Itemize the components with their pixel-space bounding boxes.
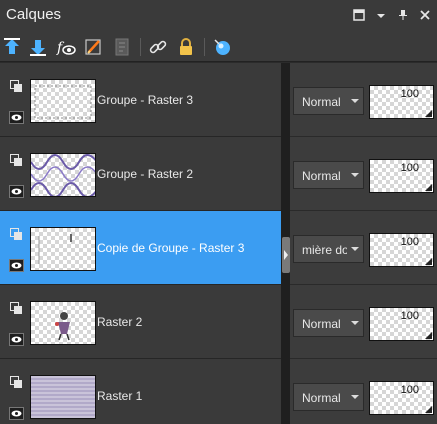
maximize-icon[interactable] <box>353 8 365 21</box>
toolbar-separator <box>204 38 205 56</box>
chevron-down-icon[interactable] <box>347 236 363 262</box>
lock-icon[interactable] <box>176 37 196 57</box>
layer-row[interactable]: Raster 2 <box>0 285 281 359</box>
chevron-down-icon[interactable] <box>347 310 363 336</box>
blend-mode-select[interactable]: Normal <box>293 161 364 189</box>
layer-type-icon[interactable] <box>10 228 23 241</box>
toolbar-separator <box>140 38 141 56</box>
layer-row[interactable]: Raster 1 <box>0 359 281 424</box>
move-down-icon[interactable] <box>28 37 48 57</box>
layer-thumbnail <box>30 375 96 419</box>
layer-name[interactable]: Raster 2 <box>97 315 142 329</box>
visibility-eye-icon[interactable] <box>9 185 24 198</box>
layer-properties-row: Normal 100 <box>290 137 437 211</box>
link-icon[interactable] <box>148 37 168 57</box>
opacity-value: 100 <box>400 384 419 396</box>
layer-type-icon[interactable] <box>10 376 23 389</box>
layer-type-icon[interactable] <box>10 80 23 93</box>
opacity-field[interactable]: 100 <box>369 85 434 119</box>
opacity-field[interactable]: 100 <box>369 233 434 267</box>
layer-name[interactable]: Groupe - Raster 3 <box>97 93 193 107</box>
opacity-slider-handle[interactable] <box>425 332 432 339</box>
panel-titlebar: Calques <box>0 0 437 32</box>
blend-mode-select[interactable]: mière dou <box>293 235 364 263</box>
layer-row[interactable]: Groupe - Raster 3 <box>0 63 281 137</box>
layer-name[interactable]: Raster 1 <box>97 389 142 403</box>
opacity-slider-handle[interactable] <box>425 406 432 413</box>
window-controls <box>353 8 431 21</box>
edit-icon[interactable] <box>84 37 104 57</box>
dropdown-menu-icon[interactable] <box>375 8 387 20</box>
layer-properties-row: mière dou 100 <box>290 211 437 285</box>
opacity-slider-handle[interactable] <box>425 184 432 191</box>
pin-icon[interactable] <box>397 8 409 20</box>
layer-thumbnail <box>30 301 96 345</box>
chevron-down-icon[interactable] <box>347 384 363 410</box>
layer-type-icon[interactable] <box>10 154 23 167</box>
chevron-down-icon[interactable] <box>347 88 363 114</box>
layer-properties-row: Normal 100 <box>290 63 437 137</box>
layer-type-icon[interactable] <box>10 302 23 315</box>
properties-icon[interactable] <box>212 37 232 57</box>
visibility-eye-icon[interactable] <box>9 259 24 272</box>
layer-thumbnail <box>30 153 96 197</box>
opacity-slider-handle[interactable] <box>425 258 432 265</box>
visibility-eye-icon[interactable] <box>9 333 24 346</box>
move-up-icon[interactable] <box>2 37 22 57</box>
visibility-eye-icon[interactable] <box>9 111 24 124</box>
opacity-value: 100 <box>400 88 419 100</box>
blend-mode-value: Normal <box>302 317 341 331</box>
blend-mode-value: Normal <box>302 95 341 109</box>
opacity-value: 100 <box>400 310 419 322</box>
layers-toolbar: f <box>0 32 437 62</box>
layer-thumbnail <box>30 79 96 123</box>
layer-thumbnail <box>30 227 96 271</box>
opacity-value: 100 <box>400 162 419 174</box>
opacity-field[interactable]: 100 <box>369 307 434 341</box>
close-icon[interactable] <box>419 8 431 20</box>
visibility-toggle-icon[interactable]: f <box>56 37 76 57</box>
opacity-value: 100 <box>400 236 419 248</box>
blend-mode-select[interactable]: Normal <box>293 87 364 115</box>
layer-row[interactable]: Groupe - Raster 2 <box>0 137 281 211</box>
layer-name[interactable]: Groupe - Raster 2 <box>97 167 193 181</box>
layer-row[interactable]: Copie de Groupe - Raster 3 <box>0 211 281 285</box>
blend-mode-value: Normal <box>302 391 341 405</box>
opacity-slider-handle[interactable] <box>425 110 432 117</box>
panel-title: Calques <box>6 6 62 23</box>
opacity-field[interactable]: 100 <box>369 381 434 415</box>
layer-list: Groupe - Raster 3 Groupe - Raster 2 Copie … <box>0 63 281 424</box>
blend-mode-value: Normal <box>302 169 341 183</box>
layer-properties-column: Normal 100 Normal 100 mière dou 100 Normal 100 N… <box>290 63 437 424</box>
mask-icon[interactable] <box>112 37 132 57</box>
chevron-down-icon[interactable] <box>347 162 363 188</box>
collapse-handle[interactable] <box>282 237 290 273</box>
visibility-eye-icon[interactable] <box>9 407 24 420</box>
layer-properties-row: Normal 100 <box>290 359 437 424</box>
blend-mode-select[interactable]: Normal <box>293 309 364 337</box>
layer-properties-row: Normal 100 <box>290 285 437 359</box>
blend-mode-select[interactable]: Normal <box>293 383 364 411</box>
layer-name[interactable]: Copie de Groupe - Raster 3 <box>97 241 244 255</box>
opacity-field[interactable]: 100 <box>369 159 434 193</box>
